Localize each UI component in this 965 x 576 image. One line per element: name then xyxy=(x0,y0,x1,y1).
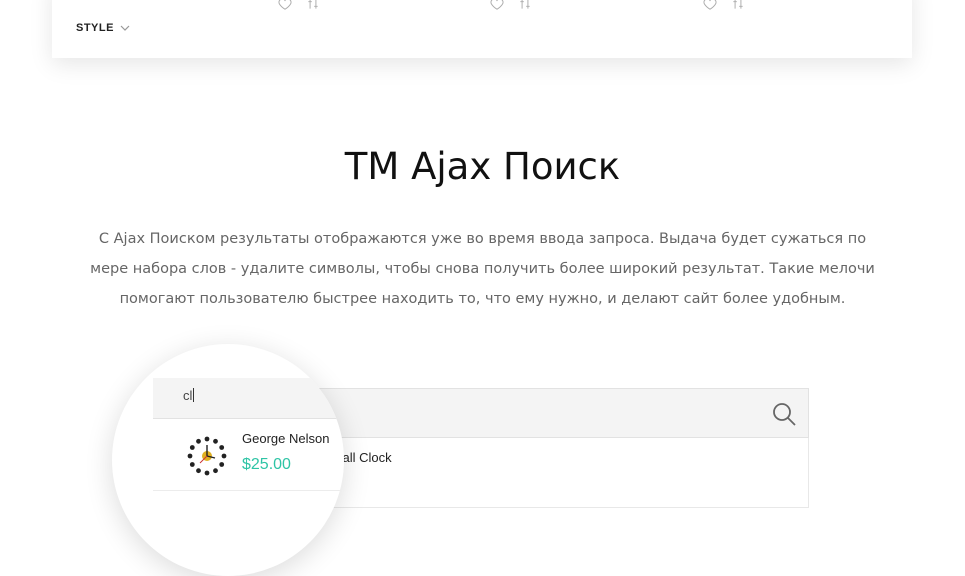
compare-icon[interactable] xyxy=(518,0,532,11)
search-icon[interactable] xyxy=(770,400,798,428)
chevron-down-icon xyxy=(120,25,130,31)
text-caret xyxy=(193,388,195,402)
product-actions xyxy=(490,0,532,11)
heart-icon[interactable] xyxy=(278,0,292,11)
product-actions xyxy=(278,0,320,11)
product-actions xyxy=(703,0,745,11)
ball-clock-icon xyxy=(187,436,227,476)
section-title: TM Ajax Поиск xyxy=(344,145,621,188)
heart-icon[interactable] xyxy=(490,0,504,11)
compare-icon[interactable] xyxy=(306,0,320,11)
heart-icon[interactable] xyxy=(703,0,717,11)
result-price: $25.00 xyxy=(242,456,291,473)
compare-icon[interactable] xyxy=(731,0,745,11)
style-filter-label: STYLE xyxy=(76,22,114,34)
product-card-strip: STYLE xyxy=(52,0,912,58)
search-result-item[interactable]: George Nelson $25.00 xyxy=(153,419,344,491)
magnifier-zoom: cl George Nelson $25.00 xyxy=(112,344,344,576)
result-title-zoomed: George Nelson xyxy=(242,431,330,446)
search-query-text: cl xyxy=(183,388,195,403)
section-description: С Ajax Поиском результаты отображаются у… xyxy=(90,231,875,307)
style-filter-dropdown[interactable]: STYLE xyxy=(76,22,130,34)
divider xyxy=(153,490,344,491)
search-field-zoomed[interactable]: cl xyxy=(153,378,344,419)
